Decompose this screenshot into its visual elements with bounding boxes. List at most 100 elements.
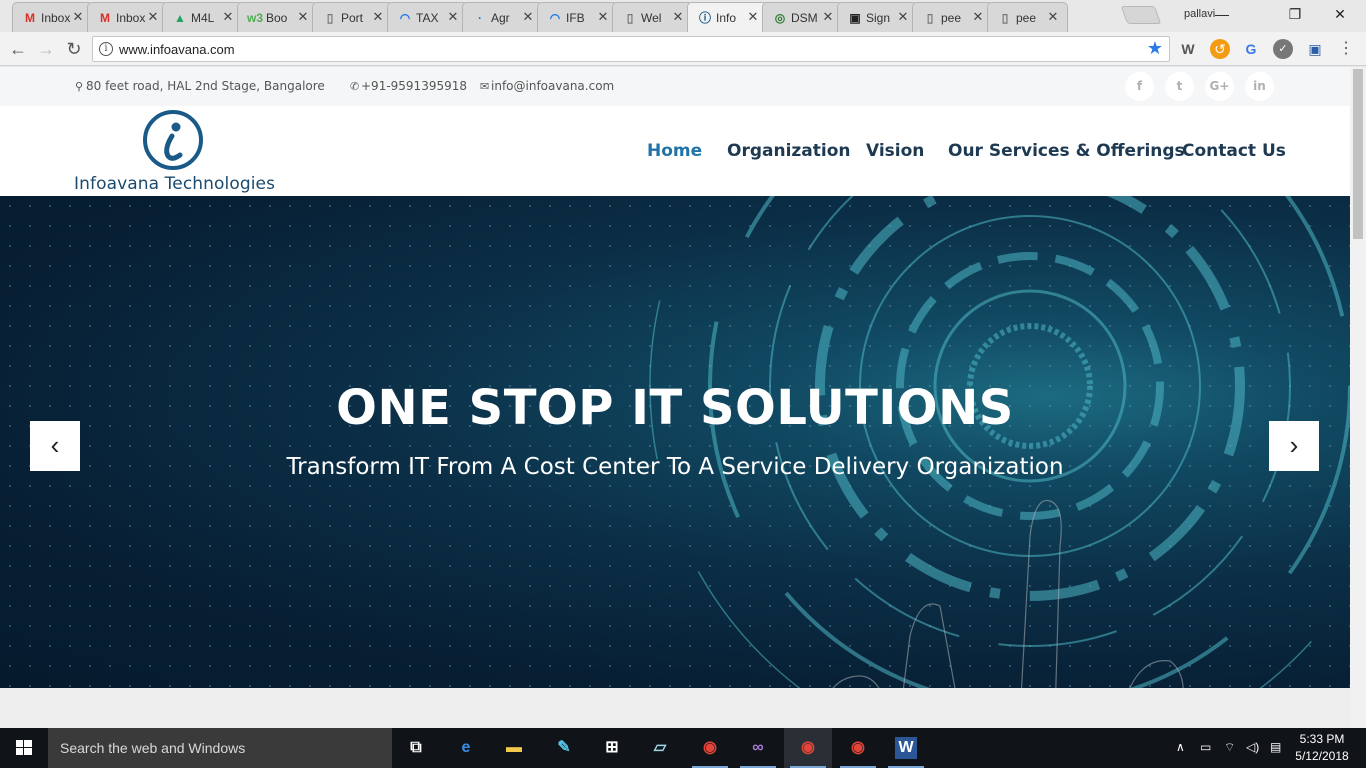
- bookmark-star-icon[interactable]: ★: [1147, 38, 1163, 59]
- scrollbar-thumb[interactable]: [1353, 69, 1363, 239]
- paint-app[interactable]: ✎: [540, 728, 588, 768]
- volume-icon[interactable]: ◁): [1246, 740, 1259, 754]
- browser-tab[interactable]: ▲ M4L ✕: [162, 2, 243, 32]
- new-tab-button[interactable]: [1120, 6, 1162, 24]
- edge-app[interactable]: e: [442, 728, 490, 768]
- nav-organization[interactable]: Organization: [727, 141, 851, 161]
- envelope-icon: ✉: [480, 80, 490, 93]
- task-view-button[interactable]: ⧉: [392, 728, 440, 768]
- tab-label: Wel: [641, 11, 662, 25]
- tab-close-icon[interactable]: ✕: [521, 10, 535, 24]
- browser-tab[interactable]: · Agr ✕: [462, 2, 543, 32]
- browser-tab[interactable]: ⓘ Info ✕: [687, 2, 768, 33]
- user-extension-icon[interactable]: ▣: [1305, 39, 1325, 59]
- edge-icon: e: [461, 739, 471, 756]
- chrome-icon: ◉: [801, 739, 815, 756]
- google-plus-icon[interactable]: G+: [1205, 72, 1234, 101]
- email-text[interactable]: info@infoavana.com: [491, 79, 614, 93]
- browser-tab[interactable]: M Inbox ✕: [87, 2, 168, 32]
- loading-icon: ◠: [399, 11, 411, 25]
- nav-services[interactable]: Our Services & Offerings: [948, 141, 1185, 161]
- taskbar-search[interactable]: Search the web and Windows: [48, 728, 392, 768]
- browser-tab[interactable]: ◎ DSM ✕: [762, 2, 843, 32]
- nav-vision[interactable]: Vision: [866, 141, 924, 161]
- browser-tab[interactable]: ▯ Port ✕: [312, 2, 393, 32]
- tab-close-icon[interactable]: ✕: [671, 10, 685, 24]
- tab-label: Inbox: [41, 11, 71, 25]
- battery-icon[interactable]: ▭: [1200, 740, 1211, 754]
- tab-close-icon[interactable]: ✕: [896, 10, 910, 24]
- phone-item: ✆ +91-9591395918: [350, 79, 467, 93]
- tab-close-icon[interactable]: ✕: [821, 10, 835, 24]
- tab-close-icon[interactable]: ✕: [446, 10, 460, 24]
- page-icon: ▯: [1001, 11, 1009, 25]
- hero-subtitle: Transform IT From A Cost Center To A Ser…: [286, 454, 1064, 480]
- chrome-app-1[interactable]: ◉: [686, 728, 734, 768]
- notes-app[interactable]: ▱: [636, 728, 684, 768]
- clock[interactable]: 5:33 PM 5/12/2018: [1292, 731, 1352, 765]
- clock-time: 5:33 PM: [1299, 732, 1345, 746]
- gmail-icon: M: [25, 11, 35, 25]
- carousel-prev-button[interactable]: ‹: [30, 421, 80, 471]
- twitter-icon[interactable]: t: [1165, 72, 1194, 101]
- tech-circles-graphic: [649, 196, 1350, 688]
- carousel-next-button[interactable]: ›: [1269, 421, 1319, 471]
- tab-close-icon[interactable]: ✕: [596, 10, 610, 24]
- dsm-icon: ◎: [774, 11, 786, 25]
- chrome-icon: ◉: [851, 739, 865, 756]
- reload-button[interactable]: ↻: [62, 37, 86, 61]
- browser-tab[interactable]: ◠ TAX ✕: [387, 2, 468, 32]
- forward-button[interactable]: →: [34, 37, 58, 61]
- logo-text[interactable]: Infoavana Technologies: [74, 174, 275, 194]
- tab-close-icon[interactable]: ✕: [371, 10, 385, 24]
- facebook-icon[interactable]: f: [1125, 72, 1154, 101]
- browser-tab[interactable]: ▯ pee ✕: [912, 2, 993, 32]
- logo-icon[interactable]: [142, 109, 204, 171]
- address-bar[interactable]: i www.infoavana.com ★: [92, 36, 1170, 62]
- wifi-icon[interactable]: ⌔: [1224, 740, 1235, 755]
- page-scrollbar[interactable]: [1350, 67, 1366, 728]
- email-item[interactable]: ✉ info@infoavana.com: [480, 79, 614, 93]
- store-icon: ⊞: [605, 739, 619, 756]
- wordpress-icon[interactable]: W: [1178, 39, 1198, 59]
- tab-close-icon[interactable]: ✕: [296, 10, 310, 24]
- minimize-button[interactable]: —: [1207, 4, 1237, 24]
- tray-chevron-icon[interactable]: ∧: [1176, 740, 1185, 754]
- tab-close-icon[interactable]: ✕: [71, 10, 85, 24]
- tab-close-icon[interactable]: ✕: [971, 10, 985, 24]
- nav-contact[interactable]: Contact Us: [1182, 141, 1286, 161]
- chrome-app-2[interactable]: ◉: [784, 728, 832, 768]
- extension-orange-icon[interactable]: ↺: [1210, 39, 1230, 59]
- explorer-app[interactable]: ▬: [490, 728, 538, 768]
- browser-tab[interactable]: ▣ Sign ✕: [837, 2, 918, 32]
- maximize-button[interactable]: ❐: [1280, 4, 1310, 24]
- browser-tab[interactable]: w3 Boo ✕: [237, 2, 318, 32]
- browser-tab[interactable]: ◠ IFB ✕: [537, 2, 618, 32]
- browser-tab[interactable]: M Inbox ✕: [12, 2, 93, 32]
- tab-close-icon[interactable]: ✕: [221, 10, 235, 24]
- translate-icon[interactable]: G: [1241, 39, 1261, 59]
- chrome-app-3[interactable]: ◉: [834, 728, 882, 768]
- browser-tab[interactable]: ▯ pee ✕: [987, 2, 1068, 32]
- browser-tab[interactable]: ▯ Wel ✕: [612, 2, 693, 32]
- visual-studio-app[interactable]: ∞: [734, 728, 782, 768]
- site-info-icon[interactable]: i: [99, 42, 113, 56]
- tab-close-icon[interactable]: ✕: [146, 10, 160, 24]
- url-text[interactable]: www.infoavana.com: [119, 42, 235, 57]
- tab-label: Inbox: [116, 11, 146, 25]
- tab-close-icon[interactable]: ✕: [1046, 10, 1060, 24]
- check-extension-icon[interactable]: ✓: [1273, 39, 1293, 59]
- window-close-button[interactable]: ✕: [1325, 4, 1355, 24]
- address-text: 80 feet road, HAL 2nd Stage, Bangalore: [86, 79, 325, 93]
- windows-start-icon[interactable]: [0, 728, 48, 768]
- back-button[interactable]: ←: [6, 37, 30, 61]
- action-center-icon[interactable]: ▤: [1270, 740, 1281, 754]
- linkedin-icon[interactable]: in: [1245, 72, 1274, 101]
- nav-home[interactable]: Home: [647, 141, 702, 161]
- word-app[interactable]: W: [882, 728, 930, 768]
- w3schools-icon: w3: [247, 11, 264, 25]
- chrome-menu-icon[interactable]: ⋮: [1336, 39, 1356, 59]
- tab-close-icon[interactable]: ✕: [746, 10, 760, 24]
- store-app[interactable]: ⊞: [588, 728, 636, 768]
- tab-label: Boo: [266, 11, 288, 25]
